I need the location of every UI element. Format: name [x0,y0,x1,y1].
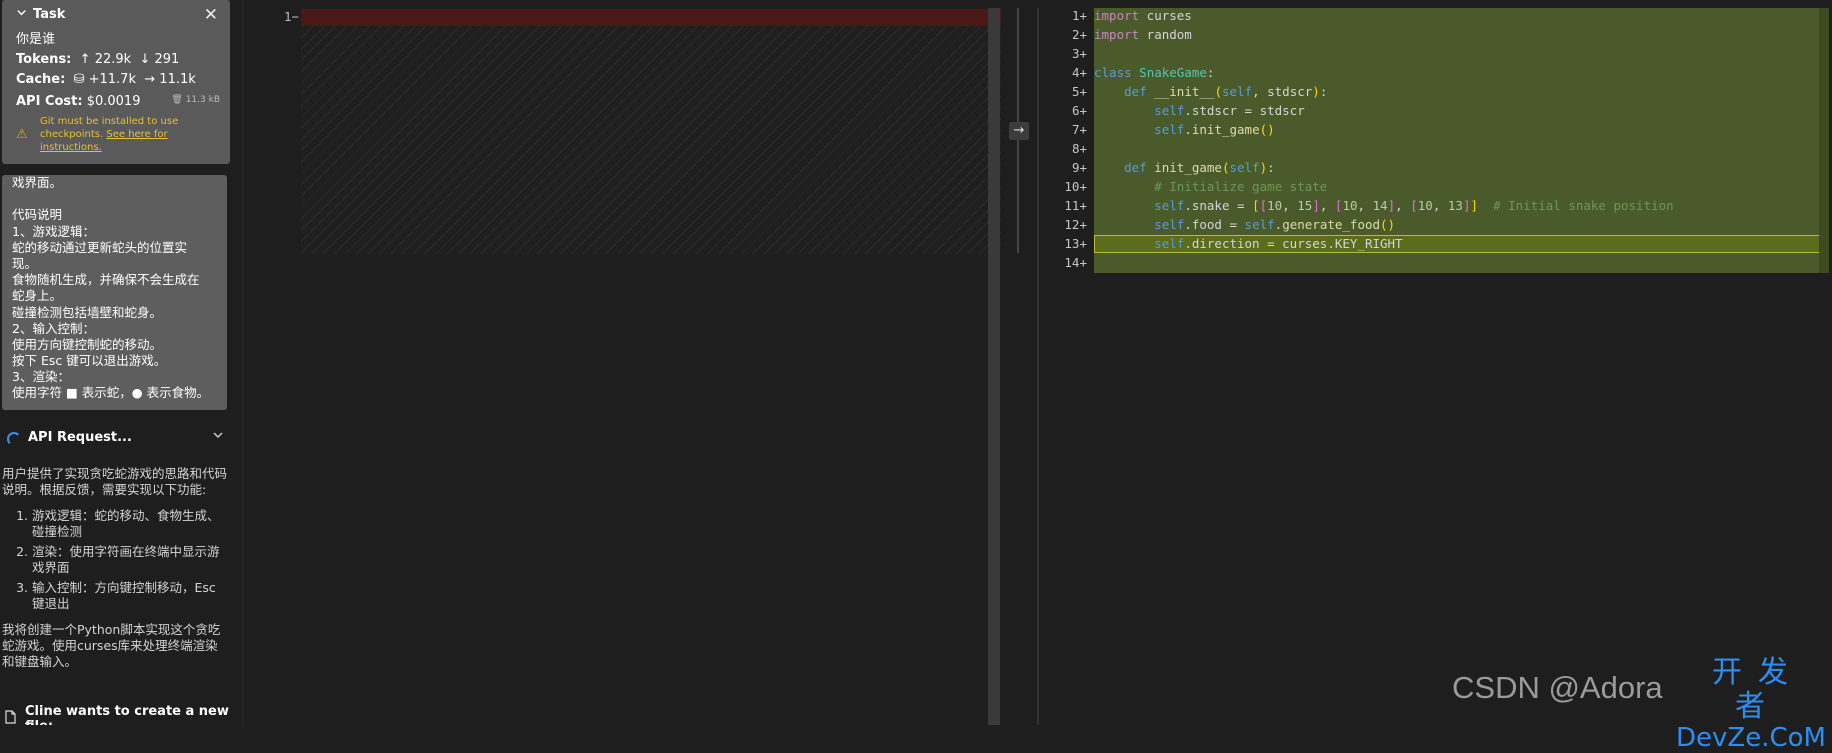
cline-new-file-label: Cline wants to create a new file: [25,704,229,725]
removed-line[interactable] [301,9,1001,26]
line-number: 8+ [1071,141,1087,156]
warning-icon: ⚠ [16,127,28,142]
code-line[interactable]: # Initialize game state [1094,177,1327,196]
message-line: 代码说明 [12,207,63,223]
scrollbar[interactable] [988,8,1000,725]
message-line: 使用方向键控制蛇的移动。 [12,336,163,352]
code-line[interactable]: self.init_game() [1094,120,1274,139]
tokens-in: 22.9k [94,52,132,67]
arrow-down-icon: ↓ [135,52,151,67]
message-line: 蛇身上。 [12,288,63,304]
assistant-message: 戏界面。代码说明 1、游戏逻辑： 蛇的移动通过更新蛇头的位置实 现。 食物随机生成，并确… [2,175,227,410]
trash-icon[interactable]: 🗑 [171,95,182,105]
chevron-down-icon[interactable] [212,429,224,445]
tokens-out: 291 [154,52,180,67]
line-number: 9+ [1071,160,1087,175]
message-line [12,191,227,207]
code-line[interactable]: self.food = self.generate_food() [1094,215,1395,234]
empty-diff-region [301,26,1001,254]
message-line: 现。 [12,255,38,271]
diff-divider [1017,0,1039,725]
api-request-row[interactable]: API Request... [0,430,230,450]
arrow-right-icon: → [140,72,156,87]
code-line[interactable]: def __init__(self, stdscr): [1094,82,1327,101]
thinking-text: 用户提供了实现贪吃蛇游戏的思路和代码说明。根据反馈，需要实现以下功能: 游戏逻辑… [2,466,227,680]
api-request-label: API Request... [28,430,132,445]
task-title: Task [33,7,66,22]
message-line: 食物随机生成，并确保不会生成在 [12,272,200,288]
cost-row: API Cost: $0.0019 🗑 11.3 kB [16,94,220,109]
close-icon[interactable]: ✕ [204,5,218,25]
scrollbar[interactable] [1819,8,1829,273]
task-question: 你是谁 [16,32,56,47]
line-number: 14+ [1064,255,1087,270]
line-number: 13+ [1064,236,1087,251]
message-line: 戏界面。 [12,175,63,190]
tokens-row: Tokens: ↑ 22.9k ↓ 291 [16,52,179,67]
cache-read: 11.1k [159,72,196,87]
thinking-intro: 用户提供了实现贪吃蛇游戏的思路和代码说明。根据反馈，需要实现以下功能: [2,466,228,497]
message-line: 2、输入控制： [12,320,95,336]
cache-row: Cache: ⛁ +11.7k → 11.1k [16,72,196,87]
warning-text: Git must be installed to use checkpoints… [40,115,190,154]
thinking-outro: 我将创建一个Python脚本实现这个贪吃蛇游戏。使用curses库来处理终端渲染… [2,622,221,669]
spinner-icon [7,432,21,446]
cline-sidebar: Task ✕ 你是谁 Tokens: ↑ 22.9k ↓ 291 Cache: … [0,0,242,725]
line-number: 1− [283,9,299,24]
tokens-label: Tokens: [16,52,72,67]
message-line: 使用字符 ■ 表示蛇，● 表示食物。 [12,385,210,401]
code-line[interactable]: self.snake = [[10, 15], [10, 14], [10, 1… [1094,196,1673,215]
cost-label: API Cost: [16,94,83,109]
code-line[interactable]: self.direction = curses.KEY_RIGHT [1094,234,1402,253]
arrow-up-icon: ↑ [75,52,91,67]
line-number: 5+ [1071,84,1087,99]
logo-top-text: 开发者 [1712,655,1804,724]
devze-logo: 开发者 DevZe.CoM [1676,655,1826,753]
message-line: 碰撞检测包括墙壁和蛇身。 [12,304,163,320]
line-number: 10+ [1064,179,1087,194]
message-line: 蛇的移动通过更新蛇头的位置实 [12,239,188,255]
original-editor[interactable]: 1− [243,0,1017,725]
task-header: Task ✕ 你是谁 Tokens: ↑ 22.9k ↓ 291 Cache: … [2,0,230,164]
cache-write: +11.7k [88,72,136,87]
line-number: 3+ [1071,46,1087,61]
chevron-down-icon[interactable] [16,7,27,22]
modified-editor[interactable]: import curses import random class SnakeG… [1039,0,1832,725]
revert-arrow-icon[interactable]: → [1009,122,1029,140]
task-size-value: 11.3 kB [185,95,220,105]
message-line: 3、渲染： [12,369,70,385]
cost-value: $0.0019 [86,94,141,109]
line-number: 2+ [1071,27,1087,42]
code-line[interactable]: import random [1094,25,1192,44]
watermark-text: CSDN @Adora [1452,670,1663,705]
cache-label: Cache: [16,72,66,87]
cline-new-file-row: Cline wants to create a new file: [4,704,242,725]
code-line[interactable]: class SnakeGame: [1094,63,1214,82]
task-title-row[interactable]: Task [16,7,65,22]
line-number: 11+ [1064,198,1087,213]
logo-bottom-text: DevZe.CoM [1676,723,1826,753]
line-number: 1+ [1071,8,1087,23]
thinking-list: 游戏逻辑：蛇的移动、食物生成、碰撞检测 渲染：使用字符画在终端中显示游戏界面 输… [2,508,227,612]
list-item: 游戏逻辑：蛇的移动、食物生成、碰撞检测 [32,508,227,540]
task-size[interactable]: 🗑 11.3 kB [171,95,220,105]
message-line: 按下 Esc 键可以退出游戏。 [12,353,167,369]
database-icon: ⛁ [69,72,85,87]
line-number: 7+ [1071,122,1087,137]
line-number: 6+ [1071,103,1087,118]
code-line[interactable]: def init_game(self): [1094,158,1275,177]
list-item: 渲染：使用字符画在终端中显示游戏界面 [32,544,227,576]
line-number: 12+ [1064,217,1087,232]
code-line[interactable]: import curses [1094,6,1192,25]
list-item: 输入控制：方向键控制移动，Esc键退出 [32,580,227,612]
code-line[interactable]: self.stdscr = stdscr [1094,101,1305,120]
new-file-icon [4,710,17,725]
line-number: 4+ [1071,65,1087,80]
message-line: 1、游戏逻辑： [12,223,95,239]
